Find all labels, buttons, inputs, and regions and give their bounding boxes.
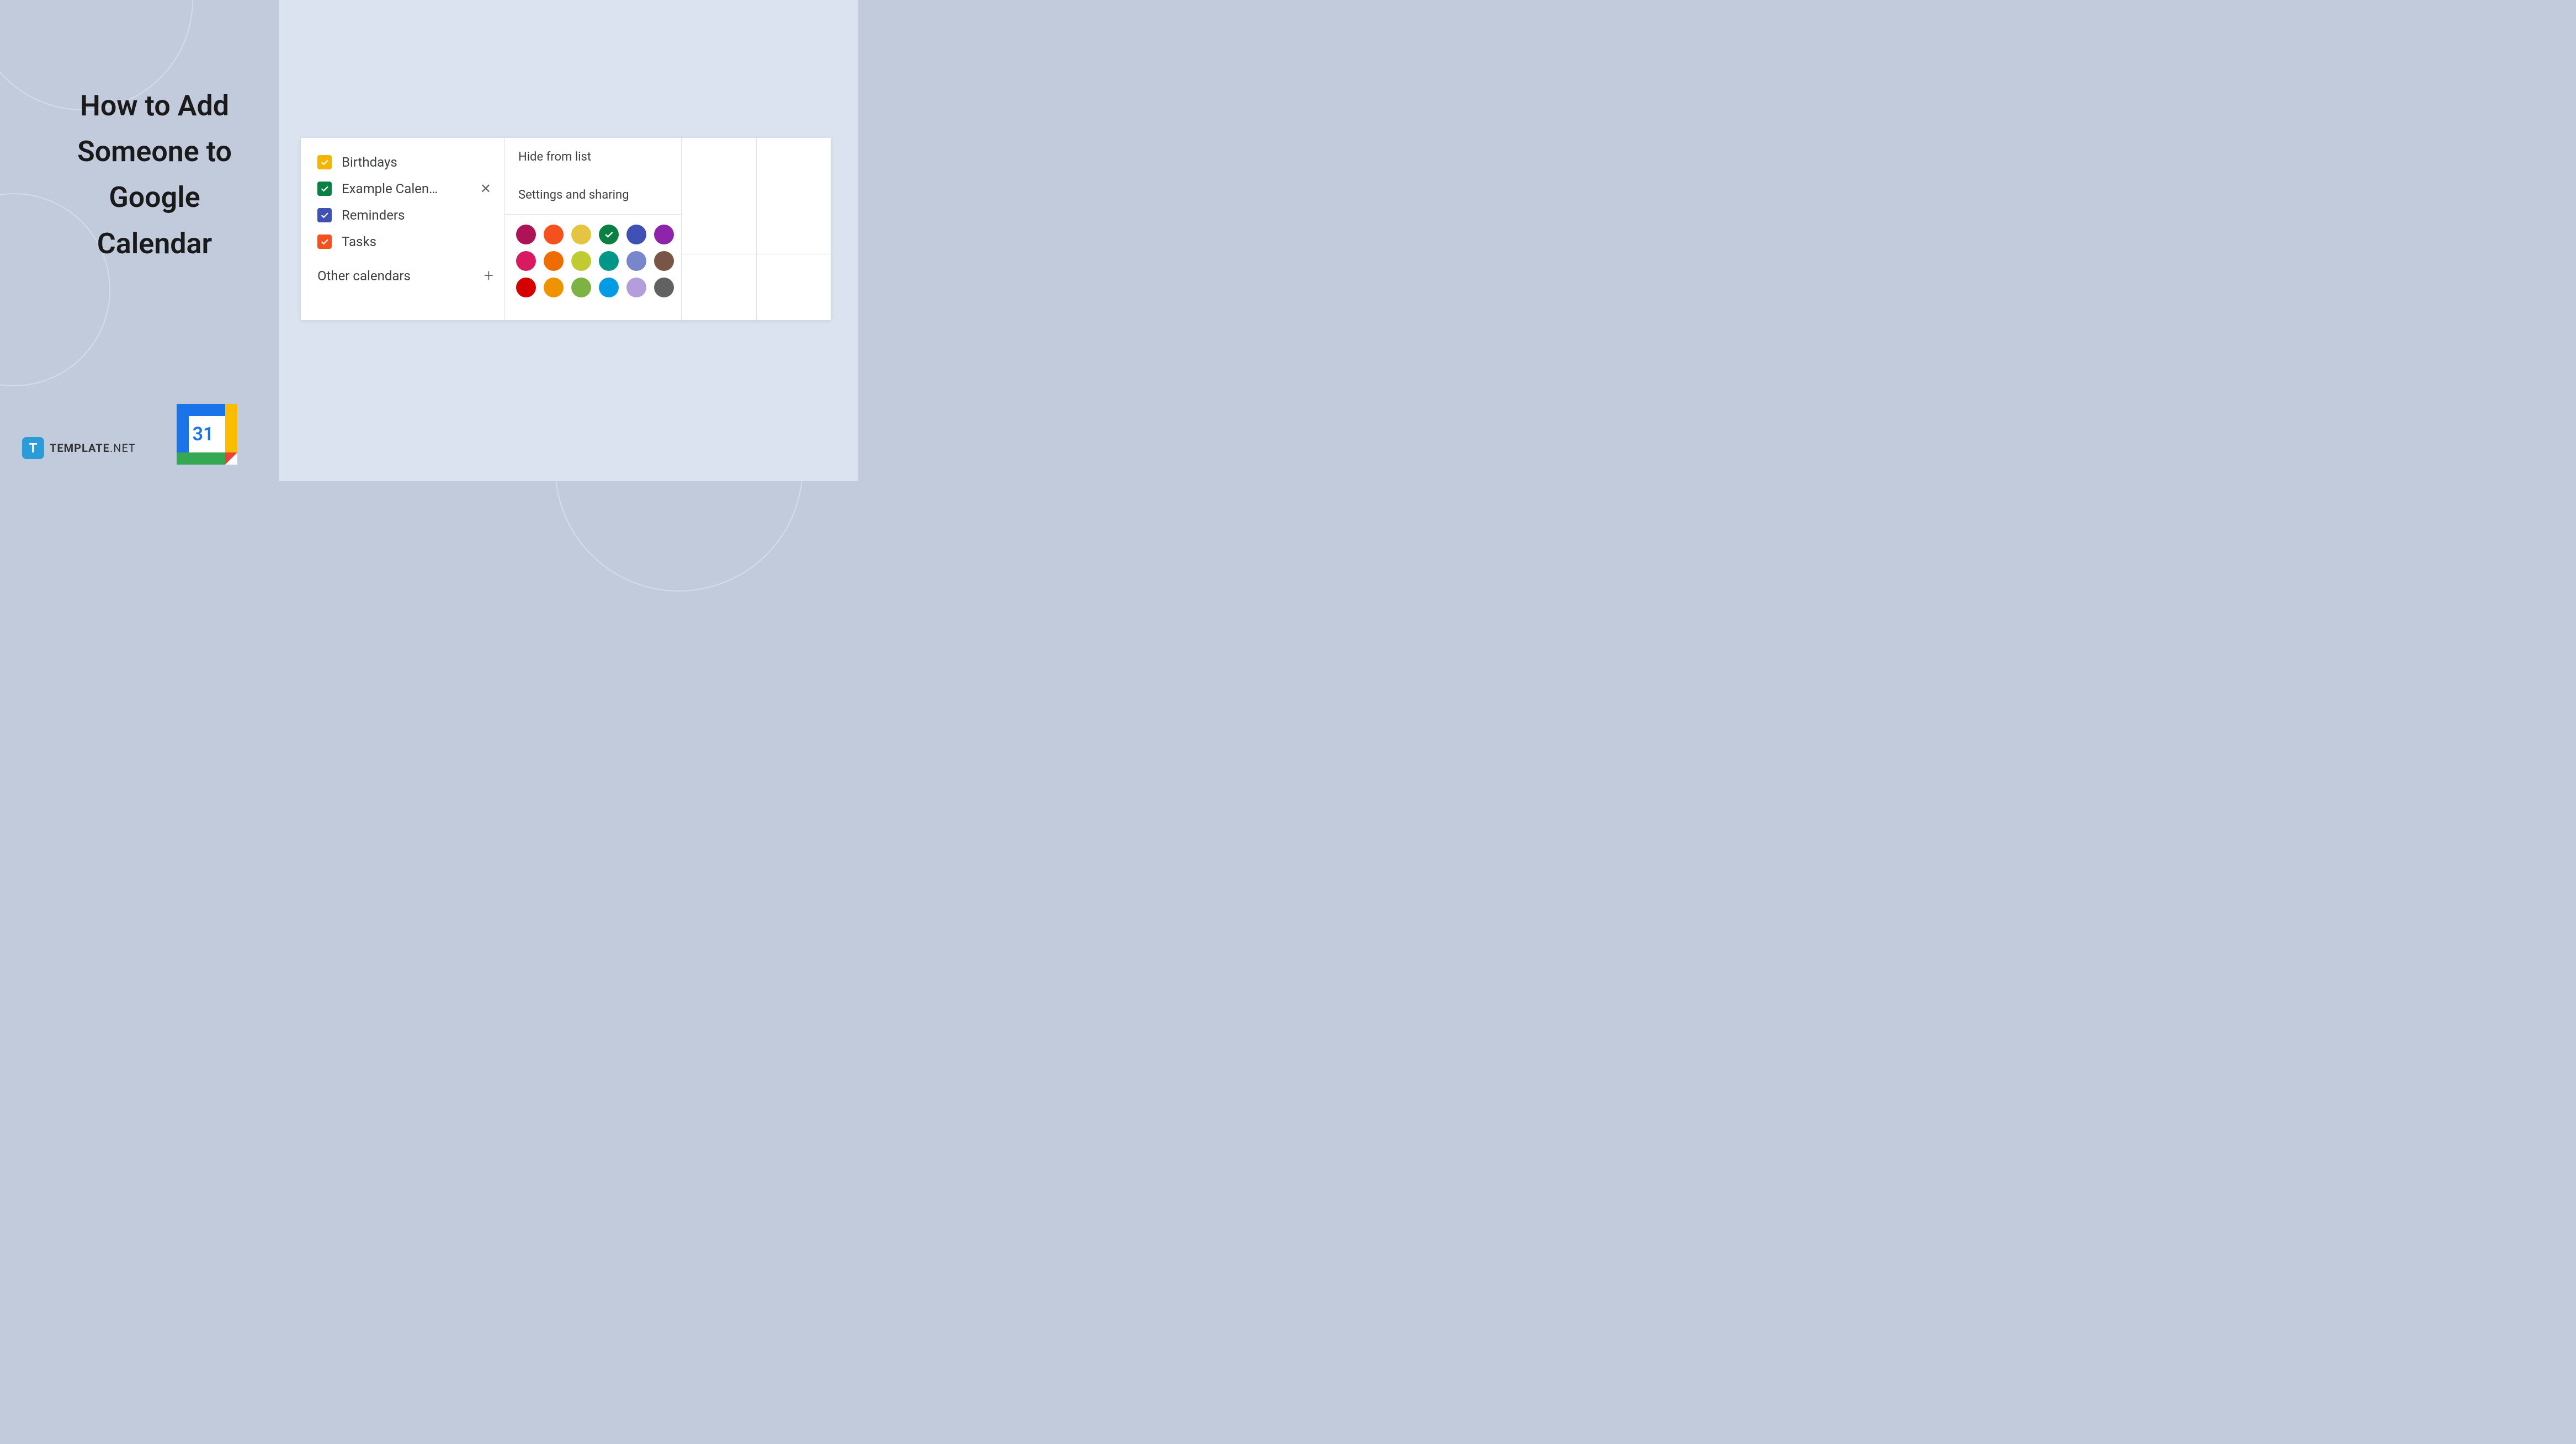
- color-swatch[interactable]: [626, 251, 646, 271]
- calendar-label: Example Calen…: [342, 181, 468, 196]
- color-swatch[interactable]: [654, 225, 674, 244]
- color-swatch[interactable]: [571, 225, 591, 244]
- other-calendars-row[interactable]: Other calendars +: [317, 255, 493, 285]
- color-swatch[interactable]: [516, 278, 536, 297]
- brand-logo: T TEMPLATE.NET: [22, 437, 136, 459]
- calendar-item-example[interactable]: Example Calen… ✕: [317, 175, 493, 202]
- color-swatch[interactable]: [544, 225, 564, 244]
- color-swatch[interactable]: [626, 278, 646, 297]
- checkbox-icon[interactable]: [317, 208, 332, 222]
- brand-name-main: TEMPLATE: [50, 441, 110, 455]
- color-swatch[interactable]: [599, 225, 619, 244]
- checkbox-icon[interactable]: [317, 155, 332, 169]
- menu-settings-sharing[interactable]: Settings and sharing: [505, 176, 681, 214]
- color-swatch[interactable]: [626, 225, 646, 244]
- calendar-item-tasks[interactable]: Tasks: [317, 228, 493, 255]
- brand-name-suffix: .NET: [110, 441, 136, 455]
- close-icon[interactable]: ✕: [478, 181, 493, 196]
- color-swatch[interactable]: [599, 251, 619, 271]
- color-swatch[interactable]: [516, 225, 536, 244]
- color-swatch[interactable]: [571, 278, 591, 297]
- google-calendar-logo: 31: [177, 404, 237, 465]
- grid-line: [756, 138, 757, 320]
- other-calendars-label: Other calendars: [317, 268, 411, 284]
- menu-hide-from-list[interactable]: Hide from list: [505, 138, 681, 176]
- color-swatch[interactable]: [654, 251, 674, 271]
- brand-name: TEMPLATE.NET: [50, 441, 136, 455]
- calendar-label: Birthdays: [342, 154, 493, 170]
- brand-logo-icon: T: [22, 437, 44, 459]
- color-picker-grid: [505, 215, 681, 307]
- right-panel: Birthdays Example Calen… ✕ Reminders Ta: [279, 0, 858, 481]
- page-title: How to Add Someone to Google Calendar: [50, 83, 259, 267]
- page-title-block: How to Add Someone to Google Calendar: [50, 83, 259, 267]
- gcal-day-number: 31: [193, 423, 214, 445]
- color-swatch[interactable]: [571, 251, 591, 271]
- calendar-label: Reminders: [342, 207, 493, 223]
- calendar-grid-area: [682, 138, 831, 320]
- calendar-list: Birthdays Example Calen… ✕ Reminders Ta: [301, 138, 505, 320]
- checkbox-icon[interactable]: [317, 235, 332, 249]
- color-swatch[interactable]: [516, 251, 536, 271]
- calendar-context-menu: Hide from list Settings and sharing: [505, 138, 682, 320]
- calendar-item-reminders[interactable]: Reminders: [317, 202, 493, 228]
- color-swatch[interactable]: [599, 278, 619, 297]
- calendar-settings-screenshot: Birthdays Example Calen… ✕ Reminders Ta: [301, 138, 831, 320]
- calendar-label: Tasks: [342, 234, 493, 249]
- color-swatch[interactable]: [544, 278, 564, 297]
- color-swatch[interactable]: [544, 251, 564, 271]
- plus-icon[interactable]: +: [484, 266, 493, 285]
- calendar-item-birthdays[interactable]: Birthdays: [317, 149, 493, 175]
- color-swatch[interactable]: [654, 278, 674, 297]
- checkbox-icon[interactable]: [317, 182, 332, 196]
